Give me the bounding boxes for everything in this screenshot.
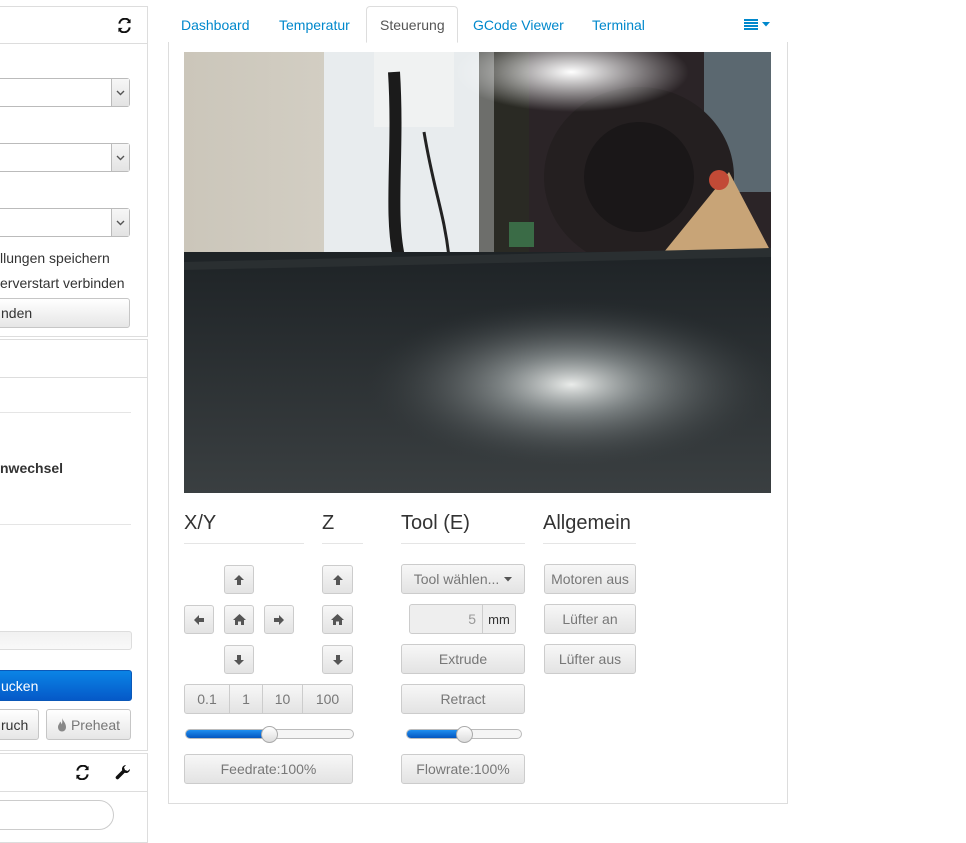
- print-button[interactable]: ucken: [0, 670, 132, 701]
- z-title-underline: [322, 543, 363, 544]
- tabs-overflow-menu[interactable]: [731, 6, 783, 43]
- divider: [0, 524, 131, 525]
- state-panel-header: [0, 340, 147, 378]
- tool-title: Tool (E): [401, 512, 470, 534]
- extrude-unit-addon: mm: [483, 604, 516, 634]
- tab-steuerung[interactable]: Steuerung: [366, 6, 458, 43]
- baudrate-select[interactable]: [0, 143, 130, 172]
- fan-on-button[interactable]: Lüfter an: [544, 604, 636, 634]
- printer-profile-select[interactable]: [0, 208, 130, 237]
- feedrate-button[interactable]: Feedrate:100%: [184, 754, 353, 784]
- tab-dashboard[interactable]: Dashboard: [168, 6, 263, 43]
- connection-panel-header: [0, 7, 147, 44]
- arrow-down-icon: [332, 654, 344, 666]
- feedrate-slider-handle[interactable]: [261, 726, 278, 743]
- connection-panel: llungen speichern erverstart verbinden n…: [0, 6, 148, 337]
- preheat-button[interactable]: Preheat: [46, 709, 131, 740]
- flowrate-slider-handle[interactable]: [456, 726, 473, 743]
- tool-select-dropdown[interactable]: Tool wählen...: [401, 564, 525, 594]
- webcam-stream: [184, 52, 771, 493]
- serial-port-select[interactable]: [0, 78, 130, 107]
- tab-gcode-viewer[interactable]: GCode Viewer: [460, 6, 577, 43]
- z-home-button[interactable]: [322, 605, 353, 634]
- progress-bar: [0, 631, 132, 650]
- arrow-right-icon: [273, 614, 285, 626]
- caret-down-icon: [504, 576, 513, 582]
- tab-terminal[interactable]: Terminal: [579, 6, 658, 43]
- home-icon: [331, 614, 344, 625]
- retract-button[interactable]: Retract: [401, 684, 525, 714]
- arrow-down-icon: [233, 654, 245, 666]
- z-plus-button[interactable]: [322, 565, 353, 594]
- files-search-input[interactable]: [0, 800, 114, 830]
- flowrate-button[interactable]: Flowrate:100%: [401, 754, 525, 784]
- wrench-icon[interactable]: [115, 764, 131, 780]
- step-100-button[interactable]: 100: [303, 684, 353, 714]
- save-settings-label[interactable]: llungen speichern: [0, 250, 110, 266]
- general-title-underline: [543, 543, 636, 544]
- xy-title: X/Y: [184, 512, 217, 534]
- arrow-left-icon: [193, 614, 205, 626]
- connect-button[interactable]: nden: [0, 298, 130, 328]
- step-size-group: 0.1 1 10 100: [184, 684, 353, 714]
- state-panel: nwechsel ucken ruch Preheat: [0, 339, 148, 751]
- pause-button[interactable]: ruch: [0, 709, 39, 740]
- caret-down-icon: [762, 22, 770, 27]
- chevron-down-icon: [111, 209, 129, 236]
- filament-change-label: nwechsel: [0, 460, 64, 476]
- extrude-amount-group: 5 mm: [409, 604, 516, 634]
- chevron-down-icon: [111, 144, 129, 171]
- tool-title-underline: [401, 543, 525, 544]
- xy-title-underline: [184, 543, 304, 544]
- z-minus-button[interactable]: [322, 645, 353, 674]
- feedrate-slider-fill: [186, 730, 270, 738]
- files-panel: [0, 753, 148, 843]
- extrude-amount-input[interactable]: 5: [409, 604, 483, 634]
- divider: [0, 412, 131, 413]
- step-1-button[interactable]: 1: [230, 684, 263, 714]
- x-plus-button[interactable]: [264, 605, 294, 634]
- tab-temperatur[interactable]: Temperatur: [266, 6, 363, 43]
- xy-home-button[interactable]: [224, 605, 254, 634]
- step-10-button[interactable]: 10: [263, 684, 303, 714]
- chevron-down-icon: [111, 79, 129, 106]
- arrow-up-icon: [332, 574, 344, 586]
- fire-icon: [57, 717, 67, 732]
- step-0-1-button[interactable]: 0.1: [184, 684, 230, 714]
- y-minus-button[interactable]: [224, 645, 254, 674]
- files-panel-header: [0, 754, 147, 792]
- arrow-up-icon: [233, 574, 245, 586]
- home-icon: [232, 614, 246, 625]
- fan-off-button[interactable]: Lüfter aus: [544, 644, 636, 674]
- refresh-icon[interactable]: [117, 18, 132, 33]
- general-title: Allgemein: [543, 512, 631, 534]
- y-plus-button[interactable]: [224, 565, 254, 594]
- z-title: Z: [322, 512, 335, 534]
- list-icon: [744, 19, 758, 30]
- autoconnect-label[interactable]: erverstart verbinden: [0, 275, 125, 291]
- motors-off-button[interactable]: Motoren aus: [544, 564, 636, 594]
- refresh-icon[interactable]: [75, 765, 90, 780]
- extrude-button[interactable]: Extrude: [401, 644, 525, 674]
- x-minus-button[interactable]: [184, 605, 214, 634]
